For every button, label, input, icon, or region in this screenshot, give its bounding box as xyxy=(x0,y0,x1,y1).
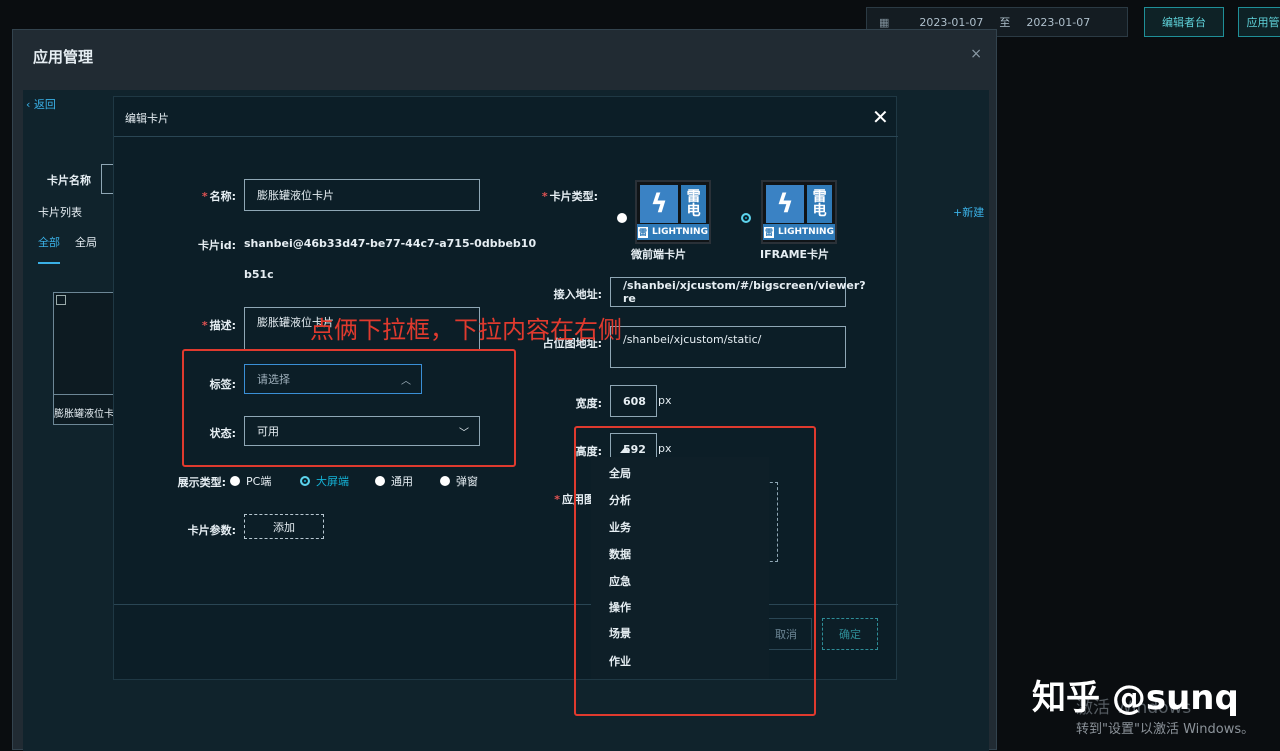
date-end: 2023-01-07 xyxy=(1026,15,1091,29)
bolt-icon: ϟ xyxy=(766,185,805,223)
card-type-micro-label: 微前端卡片 xyxy=(631,248,686,261)
width-label: 宽度: xyxy=(575,397,602,410)
card-type-label: * 卡片类型: xyxy=(541,190,598,203)
display-type-label: 展示类型: xyxy=(177,476,226,489)
thumb-image-area xyxy=(54,293,114,395)
display-radio-common[interactable]: 通用 xyxy=(375,473,413,489)
back-link[interactable]: ‹ 返回 xyxy=(26,96,56,112)
name-label: * 名称: xyxy=(201,190,236,203)
thumb-caption: 膨胀罐液位卡 xyxy=(54,409,114,420)
dialog-close-icon[interactable]: × xyxy=(970,46,982,62)
annotation-box-right xyxy=(574,426,816,716)
card-thumbnail[interactable]: 膨胀罐液位卡 xyxy=(53,292,115,425)
dian-glyph: 雷 电 xyxy=(807,185,832,223)
modal-title: 编辑卡片 xyxy=(125,112,169,125)
radio-dot-selected xyxy=(741,213,751,223)
card-id-label: 卡片id: xyxy=(197,239,236,252)
ok-button[interactable]: 确定 xyxy=(822,618,878,650)
radio-dot xyxy=(617,213,627,223)
dialog-title: 应用管理 xyxy=(33,48,94,66)
dian-glyph: 雷 电 xyxy=(681,185,706,223)
radio-dot-selected xyxy=(300,476,310,486)
display-radio-popup[interactable]: 弹窗 xyxy=(440,473,478,489)
radio-dot xyxy=(440,476,450,486)
card-type-radio-iframe[interactable] xyxy=(741,212,751,226)
lightning-banner: 雷 LIGHTNING xyxy=(637,224,709,240)
radio-dot xyxy=(375,476,385,486)
card-type-radio-micro[interactable] xyxy=(617,212,627,226)
card-name-label: 卡片名称 xyxy=(47,174,91,187)
desc-label: * 描述: xyxy=(201,319,236,332)
modal-header: 编辑卡片 ✕ xyxy=(114,97,898,137)
name-input[interactable]: 膨胀罐液位卡片 xyxy=(244,179,480,211)
display-radio-bigscreen[interactable]: 大屏端 xyxy=(300,473,349,489)
width-unit: px xyxy=(658,394,672,407)
width-input[interactable]: 608 xyxy=(610,385,657,417)
radio-dot xyxy=(230,476,240,486)
tab-all[interactable]: 全部 xyxy=(38,234,60,250)
zhihu-watermark: 知乎 @sunq xyxy=(1032,678,1239,718)
card-id-line1: shanbei@46b33d47-be77-44c7-a715-0dbbeb10 xyxy=(244,237,537,250)
annotation-text: 点俩下拉框，下拉内容在右侧 xyxy=(310,316,622,344)
calendar-icon: ▦ xyxy=(879,15,890,29)
lightning-banner: 雷 LIGHTNING xyxy=(763,224,835,240)
access-input[interactable]: /shanbei/xjcustom/#/bigscreen/viewer?re xyxy=(610,277,866,307)
access-label: 接入地址: xyxy=(553,288,602,301)
tab-indicator xyxy=(38,262,60,264)
annotation-box-left xyxy=(182,349,516,467)
add-param-button[interactable]: 添加 xyxy=(244,514,324,539)
date-start: 2023-01-07 xyxy=(919,15,984,29)
lightning-app-icon: ϟ 雷 电 雷 LIGHTNING xyxy=(635,180,711,244)
params-label: 卡片参数: xyxy=(187,524,236,537)
new-card-link[interactable]: +新建 xyxy=(953,204,984,220)
card-list-label: 卡片列表 xyxy=(38,206,82,219)
edit-backend-button[interactable]: 编辑者台 xyxy=(1144,7,1224,37)
lightning-app-icon: ϟ 雷 电 雷 LIGHTNING xyxy=(761,180,837,244)
card-id-line2: b51c xyxy=(244,268,274,281)
placeholder-textarea[interactable]: /shanbei/xjcustom/static/ xyxy=(610,326,846,368)
bolt-icon: ϟ xyxy=(640,185,679,223)
date-separator: 至 xyxy=(999,16,1011,29)
modal-close-icon[interactable]: ✕ xyxy=(872,105,889,129)
windows-activate-hint: 转到"设置"以激活 Windows。 xyxy=(1076,722,1255,737)
display-radio-pc[interactable]: PC端 xyxy=(230,473,271,489)
card-type-iframe-label: IFRAME卡片 xyxy=(760,248,830,261)
tab-global[interactable]: 全局 xyxy=(75,234,97,250)
app-manage-button[interactable]: 应用管 xyxy=(1238,7,1280,37)
